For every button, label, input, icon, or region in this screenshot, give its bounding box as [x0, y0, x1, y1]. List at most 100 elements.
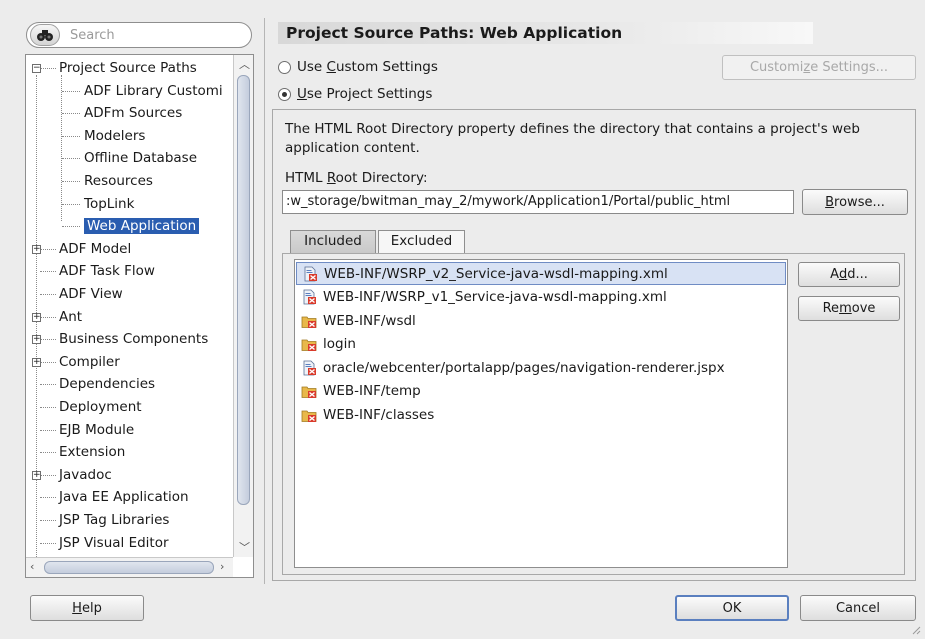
file-name: login — [323, 336, 356, 352]
tree-item[interactable]: Offline Database — [84, 147, 197, 169]
html-root-directory-field[interactable]: :w_storage/bwitman_may_2/mywork/Applicat… — [282, 190, 794, 214]
radio-circle-selected[interactable] — [278, 87, 291, 101]
vertical-scroll-thumb[interactable] — [237, 75, 250, 505]
file-name: oracle/webcenter/portalapp/pages/navigat… — [323, 359, 725, 376]
tree-connector — [40, 271, 56, 273]
file-list-item[interactable]: login — [296, 333, 786, 356]
help-button[interactable]: Help — [30, 595, 144, 621]
scroll-right-icon[interactable]: › — [220, 560, 224, 573]
file-list-item[interactable]: WEB-INF/wsdl — [296, 309, 786, 332]
tree-item[interactable]: Resources — [84, 170, 153, 192]
tree-item[interactable]: Modelers — [84, 125, 145, 147]
tree-item-label: ADFm Sources — [84, 105, 183, 122]
tree-item-label: ADF Library Customi — [84, 82, 223, 99]
tree-item[interactable]: Compiler — [59, 351, 120, 373]
tree-item-label: ADF Model — [59, 240, 132, 257]
file-name: WEB-INF/classes — [323, 406, 435, 423]
search-input[interactable] — [68, 26, 242, 44]
included-files-list[interactable]: WEB-INF/WSRP_v2_Service-java-wsdl-mappin… — [294, 259, 788, 568]
tree-item-label: Modelers — [84, 127, 146, 144]
tree-item[interactable]: Extension — [59, 441, 125, 463]
page-title: Project Source Paths: Web Application — [278, 22, 813, 44]
tree-item-label: Project Source Paths — [59, 60, 197, 76]
tree-item[interactable]: ADFm Sources — [84, 102, 182, 124]
tree-item[interactable]: ADF View — [59, 283, 123, 305]
tree-item[interactable]: Deployment — [59, 396, 142, 418]
ok-button[interactable]: OK — [675, 595, 789, 621]
tree-item-label: Javadoc — [59, 466, 112, 483]
scroll-left-icon[interactable]: ‹ — [30, 560, 34, 573]
tree-item[interactable]: Ant — [59, 306, 82, 328]
html-root-directory-label: HTML Root Directory: — [285, 170, 428, 186]
excluded-file-icon — [301, 360, 317, 376]
cancel-button[interactable]: Cancel — [800, 595, 916, 621]
file-list-item[interactable]: WEB-INF/WSRP_v1_Service-java-wsdl-mappin… — [296, 286, 786, 309]
tree-item[interactable]: ADF Model — [59, 238, 131, 260]
expand-icon[interactable]: + — [32, 244, 41, 254]
expand-icon[interactable]: + — [32, 312, 41, 322]
tree-item[interactable]: Web Application — [84, 215, 200, 237]
collapse-icon[interactable]: − — [32, 64, 41, 73]
tree-item[interactable]: Javadoc — [59, 464, 112, 486]
radio-circle[interactable] — [278, 60, 291, 74]
remove-button[interactable]: Re m ove — [798, 296, 900, 321]
tree-item-label: Business Components — [59, 331, 209, 348]
tree-item[interactable]: ADF Task Flow — [59, 260, 155, 282]
expand-icon[interactable]: + — [32, 470, 41, 480]
excluded-folder-icon — [301, 313, 317, 329]
tree-item[interactable]: JSP Visual Editor — [59, 532, 169, 554]
add-button[interactable]: Ad d... — [798, 262, 900, 287]
file-name: WEB-INF/WSRP_v2_Service-java-wsdl-mappin… — [324, 265, 668, 282]
tree-horizontal-scrollbar[interactable]: ‹ › — [26, 557, 233, 577]
file-list-item[interactable]: oracle/webcenter/portalapp/pages/navigat… — [296, 356, 786, 379]
scroll-up-icon[interactable]: ︿ — [239, 56, 250, 72]
tree-connector — [40, 248, 56, 250]
excluded-folder-icon — [301, 407, 317, 423]
file-name: WEB-INF/wsdl — [323, 312, 416, 329]
tree-item-label: TopLink — [84, 195, 135, 212]
tree-item[interactable]: ADF Library Customi — [84, 80, 223, 102]
tree-item-label: Web Application — [84, 218, 200, 235]
use-custom-settings-radio[interactable]: Use Custom Settings — [278, 59, 438, 75]
expand-icon[interactable]: + — [32, 357, 41, 367]
tree-item-label: Ant — [59, 308, 83, 325]
tree-connector — [62, 181, 80, 182]
expand-icon[interactable]: + — [32, 335, 41, 345]
file-list-item[interactable]: WEB-INF/temp — [296, 380, 786, 403]
preferences-tree: − Project Source Paths ADF Library Customi… — [25, 54, 254, 578]
binoculars-icon[interactable] — [30, 24, 60, 46]
tab-included[interactable]: Included — [290, 230, 376, 253]
tree-item[interactable]: Business Components — [59, 328, 208, 350]
file-list-item[interactable]: WEB-INF/WSRP_v2_Service-java-wsdl-mappin… — [296, 262, 786, 285]
scroll-down-icon[interactable]: ﹀ — [239, 539, 250, 555]
tree-item-label: Offline Database — [84, 150, 197, 167]
tree-item[interactable]: TopLink — [84, 193, 134, 215]
excluded-file-icon — [302, 266, 318, 282]
tree-item[interactable]: EJB Module — [59, 419, 134, 441]
tree-item-label: EJB Module — [59, 421, 135, 438]
tree-item[interactable]: Java EE Application — [59, 486, 189, 508]
search-field[interactable] — [26, 22, 252, 48]
panel-divider[interactable] — [264, 18, 265, 584]
excluded-folder-icon — [301, 383, 317, 399]
tree-connector — [62, 226, 80, 228]
use-project-settings-radio[interactable]: Use Project Settings — [278, 86, 432, 102]
tree-item[interactable]: Project Source Paths — [59, 57, 197, 79]
horizontal-scroll-thumb[interactable] — [44, 561, 214, 574]
tab-excluded[interactable]: Excluded — [378, 230, 465, 253]
tree-item[interactable]: Dependencies — [59, 373, 155, 395]
tree-connector — [40, 339, 56, 341]
resize-grip-icon[interactable] — [911, 624, 921, 635]
tree-item[interactable]: JSP Tag Libraries — [59, 509, 169, 531]
customize-settings-button[interactable]: Customi z e Settings... — [722, 55, 916, 80]
tree-connector — [40, 294, 56, 295]
tree-guide-line — [61, 75, 62, 221]
tree-item-label: ADF Task Flow — [59, 263, 155, 280]
tree-vertical-scrollbar[interactable]: ︿ ﹀ — [233, 55, 253, 557]
tree-connector — [40, 384, 56, 386]
tree-item-label: Dependencies — [59, 376, 156, 393]
tree-connector — [62, 203, 80, 205]
excluded-file-icon — [301, 289, 317, 305]
file-list-item[interactable]: WEB-INF/classes — [296, 403, 786, 426]
browse-button[interactable]: Browse... — [802, 189, 908, 215]
